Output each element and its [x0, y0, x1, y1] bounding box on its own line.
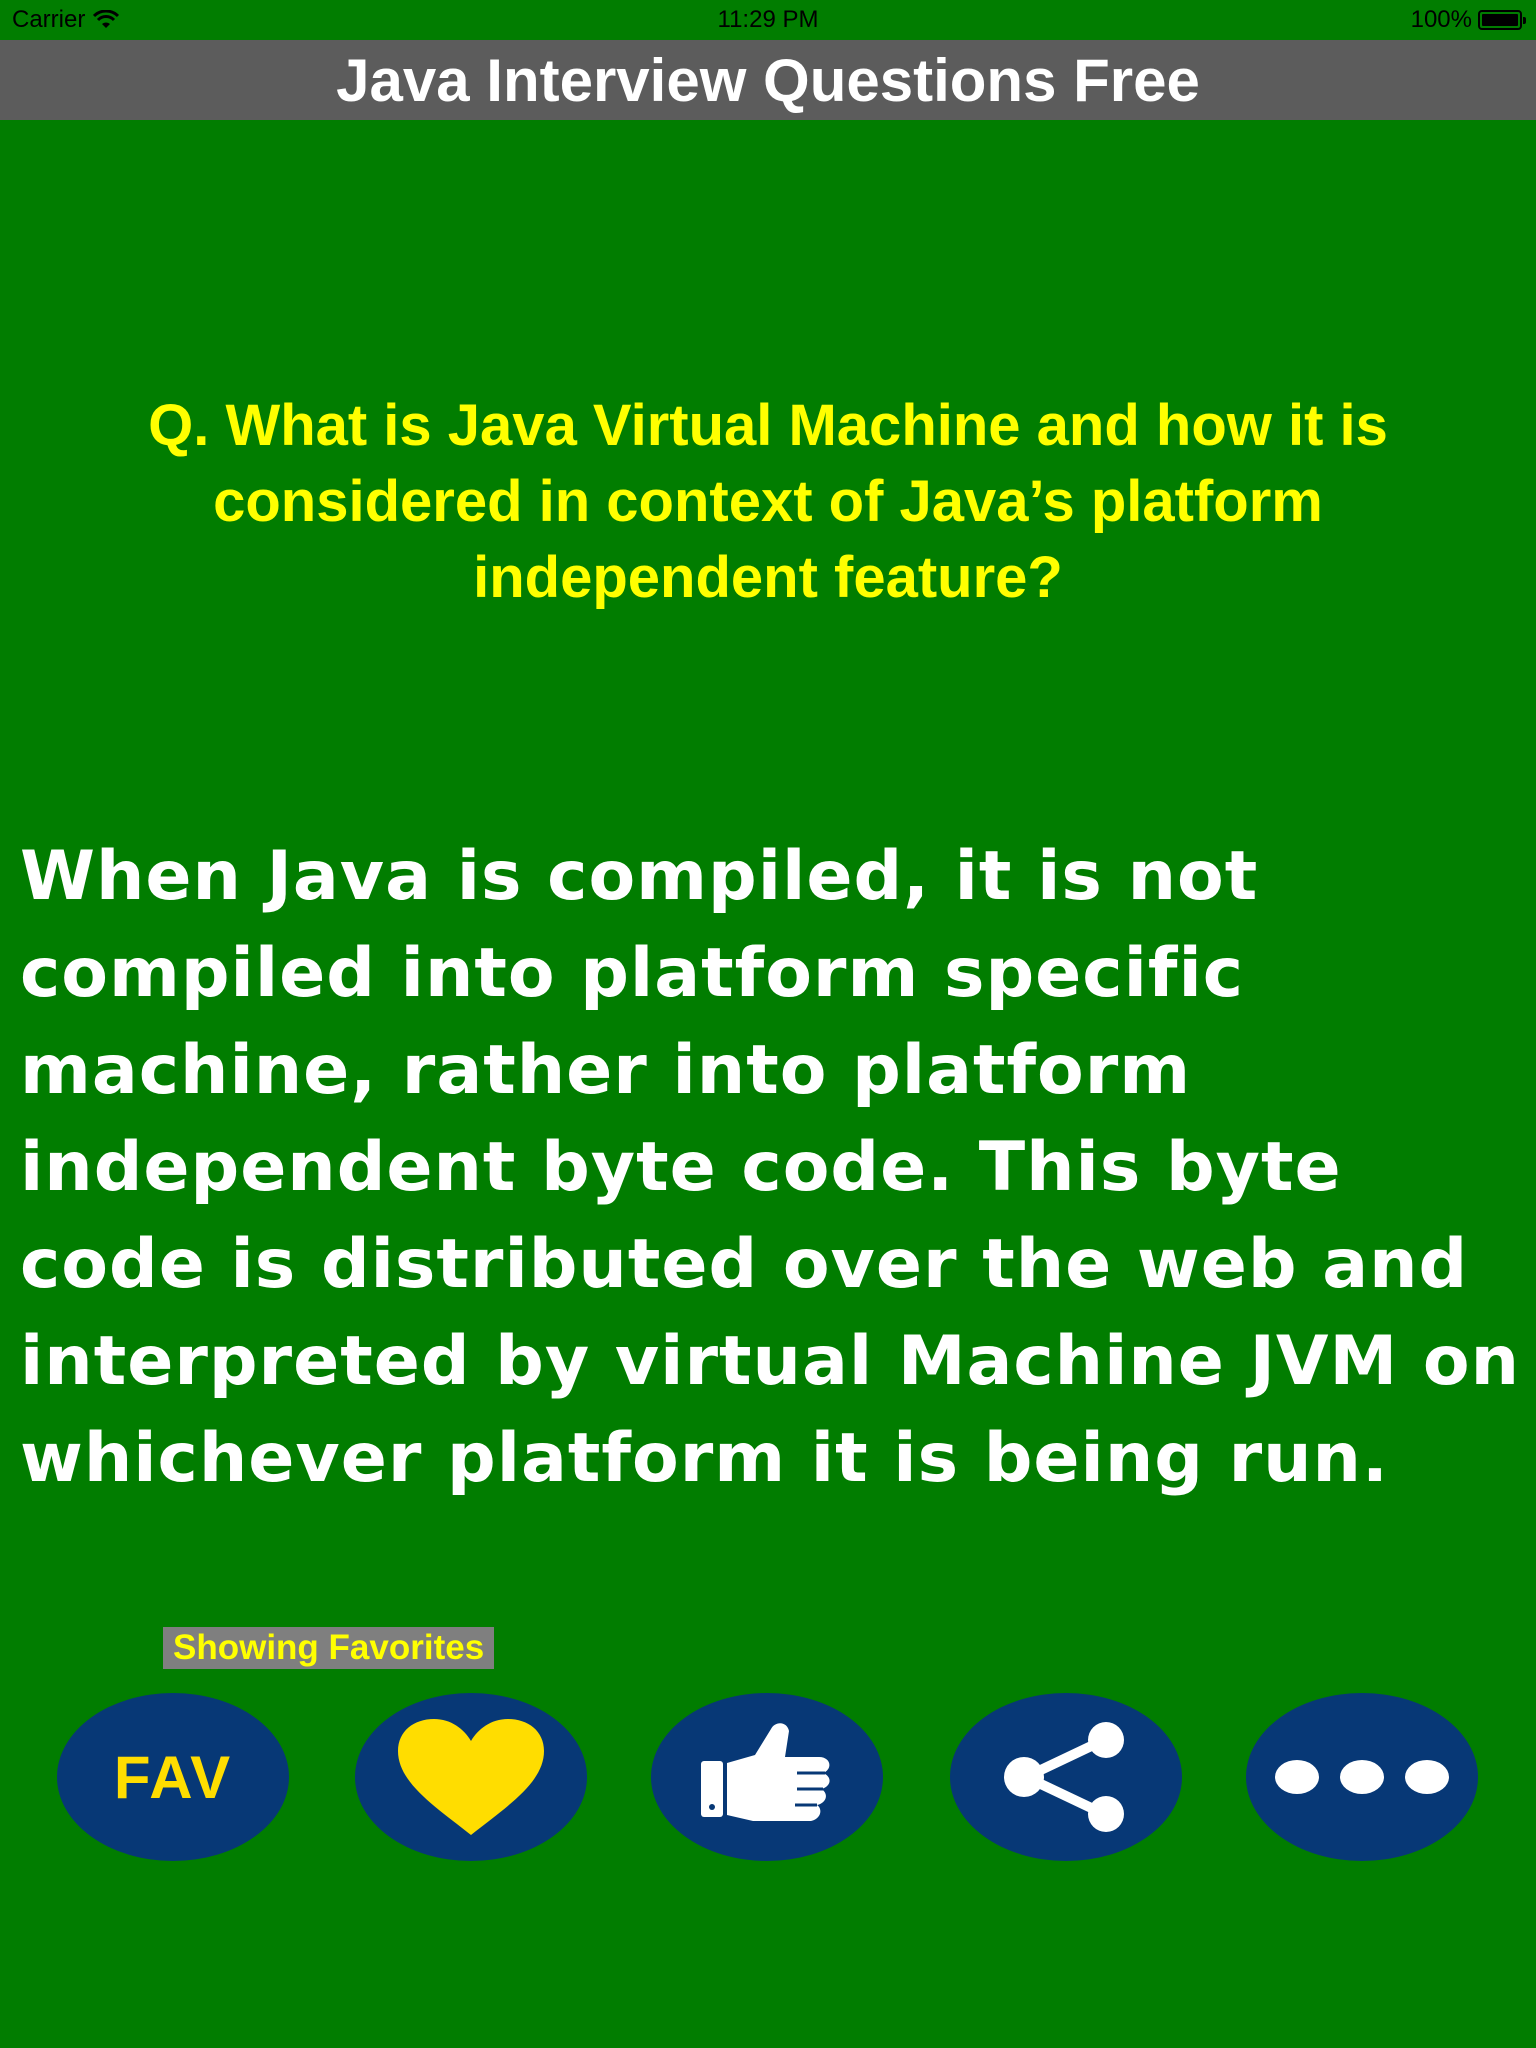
- battery-icon: [1478, 10, 1526, 30]
- more-button[interactable]: [1246, 1693, 1478, 1861]
- status-bar: Carrier 11:29 PM 100%: [0, 0, 1536, 40]
- like-button[interactable]: [651, 1693, 883, 1861]
- question-text: Q. What is Java Virtual Machine and how …: [148, 393, 1388, 610]
- battery-percent: 100%: [1410, 6, 1472, 33]
- battery-group: 100%: [1410, 6, 1526, 34]
- share-button[interactable]: [950, 1693, 1182, 1861]
- more-icon: [1275, 1760, 1449, 1794]
- answer-text: When Java is compiled, it is not compile…: [20, 837, 1520, 1498]
- clock: 11:29 PM: [717, 6, 819, 33]
- app-title: Java Interview Questions Free: [336, 46, 1200, 114]
- fav-button[interactable]: FAV: [57, 1693, 289, 1861]
- app-title-bar: Java Interview Questions Free: [0, 40, 1536, 120]
- heart-icon: [398, 1719, 544, 1835]
- share-icon: [1004, 1722, 1124, 1832]
- thumbs-up-icon: [701, 1723, 830, 1821]
- showing-favorites-label: Showing Favorites: [163, 1627, 495, 1669]
- favorite-heart-button[interactable]: [355, 1693, 587, 1861]
- fav-button-label: FAV: [113, 1743, 233, 1811]
